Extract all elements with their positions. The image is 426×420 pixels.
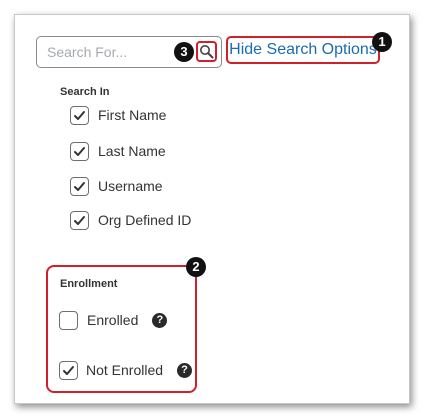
not-enrolled-label: Not Enrolled: [86, 362, 164, 378]
enrolled-label: Enrolled: [87, 312, 139, 328]
search-in-option-org-defined-id[interactable]: Org Defined ID: [70, 209, 191, 231]
username-checkbox[interactable]: [70, 176, 89, 196]
hide-search-options-link[interactable]: Hide Search Options: [226, 36, 380, 64]
username-label: Username: [98, 178, 163, 194]
first-name-checkbox[interactable]: [70, 105, 89, 125]
enrollment-heading: Enrollment: [60, 278, 118, 290]
enrolled-checkbox[interactable]: [59, 310, 78, 330]
help-icon[interactable]: ?: [177, 362, 193, 378]
org-defined-id-label: Org Defined ID: [98, 212, 192, 228]
checkmark-icon: [74, 215, 85, 225]
org-defined-id-checkbox[interactable]: [70, 210, 89, 230]
last-name-label: Last Name: [98, 143, 166, 159]
callout-badge-2: 2: [186, 257, 206, 277]
search-in-option-last-name[interactable]: Last Name: [70, 140, 166, 162]
callout-badge-1: 1: [372, 32, 392, 52]
search-field[interactable]: [36, 36, 222, 68]
not-enrolled-checkbox[interactable]: [59, 360, 78, 380]
callout-badge-3: 3: [174, 42, 194, 62]
enrollment-option-not-enrolled[interactable]: Not Enrolled ?: [59, 359, 193, 381]
search-icon: [200, 45, 214, 59]
search-button[interactable]: [196, 41, 217, 62]
search-in-heading: Search In: [60, 86, 110, 98]
search-input[interactable]: [47, 42, 172, 62]
search-in-option-username[interactable]: Username: [70, 175, 163, 197]
help-icon[interactable]: ?: [152, 312, 168, 328]
search-in-option-first-name[interactable]: First Name: [70, 104, 166, 126]
enrollment-option-enrolled[interactable]: Enrolled ?: [59, 309, 168, 331]
last-name-checkbox[interactable]: [70, 141, 89, 161]
checkmark-icon: [63, 365, 74, 375]
checkmark-icon: [74, 146, 85, 156]
first-name-label: First Name: [98, 107, 167, 123]
checkmark-icon: [74, 110, 85, 120]
checkmark-icon: [74, 181, 85, 191]
